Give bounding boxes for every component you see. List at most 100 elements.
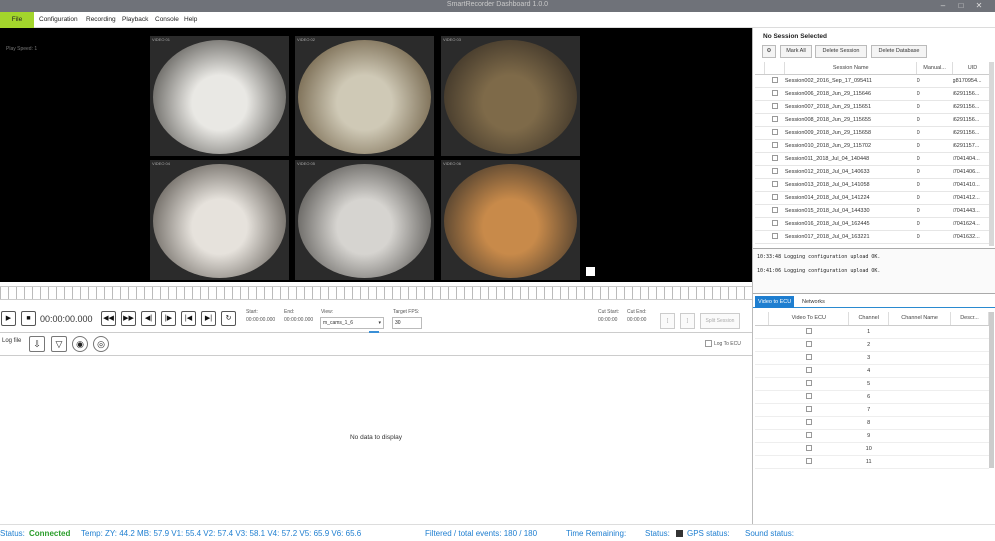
checkbox[interactable] [771,89,778,96]
table-row[interactable]: 9 [755,429,989,443]
checkbox[interactable] [771,141,778,148]
video-to-ecu-cell[interactable] [768,390,849,404]
checkbox[interactable] [771,232,778,239]
checkbox[interactable] [705,340,712,347]
table-row[interactable]: Session017_2018_Jul_04_163221 0 i7041632..… [755,230,993,244]
table-row[interactable]: 3 [755,351,989,365]
column-header[interactable]: Video To ECU [768,312,850,326]
video-to-ecu-cell[interactable] [768,416,849,430]
map-pin-outline-icon[interactable]: ◎ [93,336,109,352]
maximize-icon[interactable]: □ [955,1,967,10]
log-to-ecu-checkbox[interactable]: Log To ECU [705,340,741,347]
table-row[interactable]: 7 [755,403,989,417]
checkbox[interactable] [805,392,812,399]
checkbox[interactable] [805,431,812,438]
table-row[interactable]: Session009_2018_Jun_29_115658 0 i6291156..… [755,126,993,140]
checkbox[interactable] [771,193,778,200]
channel-name[interactable] [888,325,951,339]
channel-name[interactable] [888,429,951,443]
menu-configuration[interactable]: Configuration [39,12,78,28]
minimize-icon[interactable]: – [937,1,949,10]
table-row[interactable]: 10 [755,442,989,456]
close-icon[interactable]: ✕ [973,1,985,10]
column-header[interactable]: Session Name [784,62,918,75]
fullscreen-icon[interactable] [586,267,595,276]
row-checkbox-cell[interactable] [764,178,785,192]
camera-view-6[interactable]: VIDEO 06 [441,160,580,280]
refresh-icon[interactable]: ⚙ [762,45,776,58]
row-checkbox-cell[interactable] [764,113,785,127]
column-header[interactable]: Channel Name [888,312,952,326]
camera-view-4[interactable]: VIDEO 04 [150,160,289,280]
table-row[interactable]: Session010_2018_Jun_29_115702 0 i6291157..… [755,139,993,153]
table-row[interactable]: Session011_2018_Jul_04_140448 0 i7041404..… [755,152,993,166]
menu-recording[interactable]: Recording [86,12,116,28]
channel-name[interactable] [888,351,951,365]
checkbox[interactable] [805,379,812,386]
table-row[interactable]: 1 [755,325,989,339]
row-checkbox-cell[interactable] [764,191,785,205]
channel-description[interactable] [950,390,989,404]
channel-name[interactable] [888,390,951,404]
menu-playback[interactable]: Playback [122,12,148,28]
table-row[interactable]: 6 [755,390,989,404]
channel-description[interactable] [950,364,989,378]
checkbox[interactable] [771,102,778,109]
fast-forward-button[interactable]: ▶▶ [121,311,136,326]
row-checkbox-cell[interactable] [764,87,785,101]
cut-start-button[interactable]: [ [660,313,675,329]
checkbox[interactable] [805,340,812,347]
log-data-area[interactable]: No data to display [0,357,752,524]
table-row[interactable]: 8 [755,416,989,430]
video-to-ecu-cell[interactable] [768,351,849,365]
menu-help[interactable]: Help [184,12,197,28]
tab-video-to-ecu[interactable]: Video to ECU [755,296,795,308]
checkbox[interactable] [805,405,812,412]
video-to-ecu-cell[interactable] [768,429,849,443]
checkbox[interactable] [771,154,778,161]
timeline-slider[interactable] [0,286,752,300]
table-row[interactable]: Session013_2018_Jul_04_141058 0 i7041410..… [755,178,993,192]
table-row[interactable]: 5 [755,377,989,391]
column-header[interactable]: UID [952,62,993,75]
target-fps-input[interactable]: 30 [392,317,422,329]
table-row[interactable]: Session014_2018_Jul_04_141224 0 i7041412..… [755,191,993,205]
table-row[interactable]: Session007_2018_Jun_29_115651 0 i6291156..… [755,100,993,114]
row-checkbox-cell[interactable] [764,74,785,88]
video-to-ecu-cell[interactable] [768,325,849,339]
video-to-ecu-cell[interactable] [768,338,849,352]
view-select[interactable]: m_cams_1_6 ▾ [320,317,384,329]
column-header[interactable]: Descr... [950,312,989,326]
channel-description[interactable] [950,429,989,443]
camera-view-3[interactable]: VIDEO 03 [441,36,580,156]
channel-name[interactable] [888,455,951,469]
video-to-ecu-cell[interactable] [768,403,849,417]
channel-description[interactable] [950,377,989,391]
checkbox[interactable] [771,167,778,174]
table-row[interactable]: Session012_2018_Jul_04_140633 0 i7041406..… [755,165,993,179]
camera-view-2[interactable]: VIDEO 02 [295,36,434,156]
channel-description[interactable] [950,455,989,469]
video-viewer[interactable]: Play Speed: 1 VIDEO 01 VIDEO 02 VIDEO 03… [0,28,752,282]
table-row[interactable]: Session002_2016_Sep_17_095411 0 g8170954..… [755,74,993,88]
checkbox[interactable] [771,128,778,135]
row-checkbox-cell[interactable] [764,100,785,114]
channel-description[interactable] [950,325,989,339]
channel-name[interactable] [888,364,951,378]
table-row[interactable]: Session015_2018_Jul_04_144330 0 i7041443..… [755,204,993,218]
video-to-ecu-cell[interactable] [768,442,849,456]
table-row[interactable]: 2 [755,338,989,352]
skip-start-button[interactable]: |◀ [181,311,196,326]
checkbox[interactable] [805,366,812,373]
video-to-ecu-cell[interactable] [768,364,849,378]
checkbox[interactable] [771,219,778,226]
checkbox[interactable] [805,327,812,334]
delete-session-button[interactable]: Delete Session [815,45,867,58]
column-header[interactable]: Channel [848,312,890,326]
loop-button[interactable]: ↻ [221,311,236,326]
column-header[interactable]: Manual... [916,62,954,75]
scrollbar[interactable] [989,62,994,246]
checkbox[interactable] [805,457,812,464]
download-icon[interactable]: ⇩ [29,336,45,352]
step-forward-button[interactable]: |▶ [161,311,176,326]
